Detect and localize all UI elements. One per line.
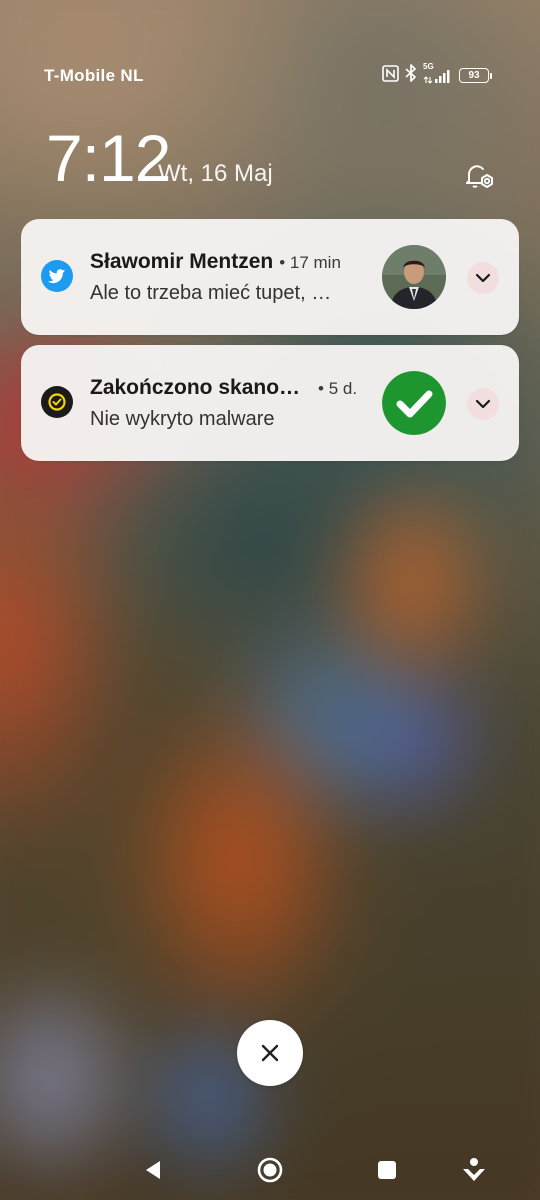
notification-title: Sławomir Mentzen xyxy=(90,250,274,273)
lockscreen-date: Wt, 16 Maj xyxy=(158,160,273,187)
lockscreen-clock: 7:12 xyxy=(46,121,171,195)
home-circle-icon xyxy=(257,1157,283,1183)
expand-notification-button[interactable] xyxy=(467,388,499,420)
notification-title: Zakończono skano… xyxy=(90,376,301,399)
notification-time: • 17 min xyxy=(279,253,341,272)
notification-time: • 5 d. xyxy=(318,379,358,398)
navigation-bar xyxy=(0,1140,540,1200)
battery-level: 93 xyxy=(459,68,489,83)
square-icon xyxy=(378,1161,396,1179)
chevron-down-icon xyxy=(475,273,491,283)
carrier-name: T-Mobile NL xyxy=(44,66,144,85)
status-icons: 5G 93 xyxy=(382,62,492,87)
back-button[interactable] xyxy=(137,1154,169,1186)
chevron-down-icon xyxy=(475,399,491,409)
notification-header: Sławomir Mentzen • 17 min xyxy=(90,250,370,278)
back-triangle-icon xyxy=(146,1161,160,1179)
sender-avatar xyxy=(382,245,446,309)
twitter-icon xyxy=(41,260,73,292)
expand-notification-button[interactable] xyxy=(467,262,499,294)
battery-icon: 93 xyxy=(459,68,492,83)
clear-notifications-button[interactable] xyxy=(237,1020,303,1086)
hide-navbar-button[interactable] xyxy=(458,1154,490,1186)
nfc-icon xyxy=(382,64,399,87)
notification-settings-button[interactable] xyxy=(460,156,500,196)
arrow-down-icon xyxy=(463,1158,485,1181)
notification-text: Nie wykryto malware xyxy=(90,408,275,430)
notification-header: Zakończono skano… • 5 d. xyxy=(90,376,370,404)
recents-button[interactable] xyxy=(371,1154,403,1186)
lock-screen: T-Mobile NL 5G 93 7:12 Wt, 16 Maj Sławom… xyxy=(0,0,540,1200)
notification-card-security-scan[interactable]: Zakończono skano… • 5 d. Nie wykryto mal… xyxy=(21,345,519,461)
checkmark-badge-icon xyxy=(382,371,446,435)
bluetooth-icon xyxy=(405,64,417,87)
signal-icon: 5G xyxy=(423,62,453,84)
home-button[interactable] xyxy=(254,1154,286,1186)
notification-card-twitter[interactable]: Sławomir Mentzen • 17 min Ale to trzeba … xyxy=(21,219,519,335)
close-icon xyxy=(261,1044,279,1062)
notification-text: Ale to trzeba mieć tupet, … xyxy=(90,282,332,304)
security-scan-icon xyxy=(41,386,73,418)
bell-settings-icon xyxy=(466,165,493,188)
